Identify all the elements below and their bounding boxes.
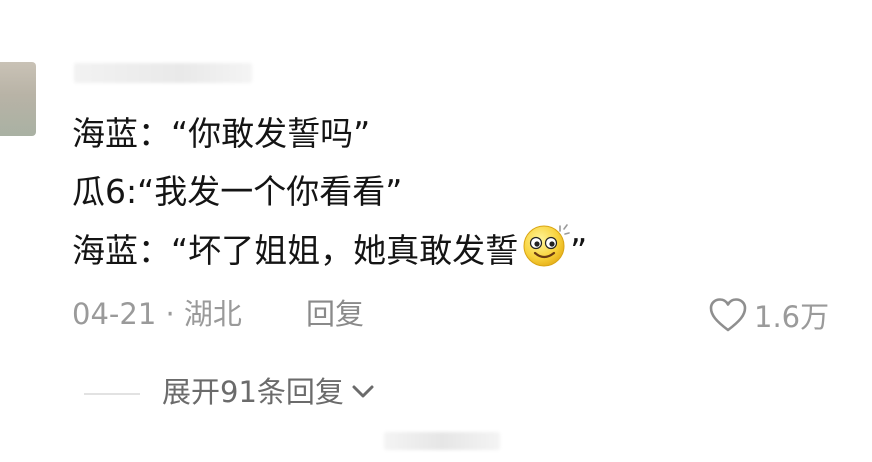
comment-line-2: 瓜6:“我发一个你看看” <box>72 172 403 211</box>
expand-replies-button[interactable]: 展开91条回复 <box>162 374 376 410</box>
like-button[interactable]: 1.6万 <box>708 294 829 336</box>
divider <box>84 393 140 395</box>
comment-line-3-close-quote: ” <box>570 231 588 270</box>
heart-icon <box>709 298 747 332</box>
expand-replies-label: 展开91条回复 <box>162 375 344 409</box>
comment-line-3-text: 海蓝：“坏了姐姐，她真敢发誓 <box>72 231 519 270</box>
smile-sparkle-emoji-icon <box>520 220 570 279</box>
avatar[interactable] <box>0 62 36 136</box>
date-location: 04-21 · 湖北 <box>72 297 242 331</box>
like-count: 1.6万 <box>754 300 830 334</box>
comment-line-1: 海蓝：“你敢发誓吗” <box>72 114 371 153</box>
watermark-blurred <box>384 432 500 450</box>
reply-button[interactable]: 回复 <box>306 296 364 332</box>
comment-line-3: 海蓝：“坏了姐姐，她真敢发誓 ” <box>72 224 588 279</box>
username-blurred[interactable] <box>74 63 252 83</box>
chevron-down-icon <box>352 385 374 398</box>
